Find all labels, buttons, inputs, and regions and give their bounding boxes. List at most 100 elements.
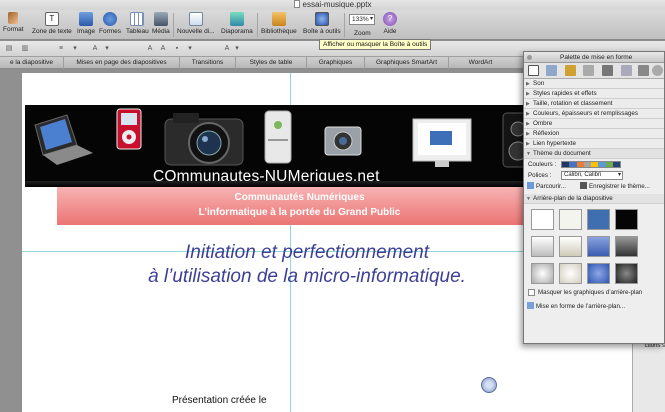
tab-charts[interactable]: Graphiques [306, 57, 364, 69]
theme-color-swatch [569, 162, 577, 167]
palette-section-reflection[interactable]: Réflexion [524, 129, 664, 139]
palette-section-shadow[interactable]: Ombre [524, 119, 664, 129]
object-palette-icon[interactable] [546, 65, 557, 76]
theme-color-swatch [605, 162, 613, 167]
background-swatch-gradient-blue[interactable] [587, 236, 610, 257]
reference-icon[interactable] [583, 65, 594, 76]
save-icon [580, 182, 587, 189]
toolbar-image-button[interactable]: Image [77, 12, 95, 35]
background-swatch-white[interactable] [531, 209, 554, 230]
title-line-2: à l’utilisation de la micro-informatique… [148, 266, 466, 287]
image-icon [79, 12, 94, 26]
toolbar-toolbox-button[interactable]: Boîte à outils [303, 12, 341, 35]
format-background-button[interactable]: Mise en forme de l’arrière-plan... [527, 302, 625, 311]
slide-title[interactable]: Initiation et perfectionnement à l’utili… [72, 241, 542, 289]
band-line-1: Communautés Numériques [234, 192, 365, 203]
theme-fonts-select[interactable]: Calibri, Calibri [561, 171, 623, 180]
text-effects-button[interactable]: A [222, 44, 232, 53]
compact-camera-icon [324, 126, 362, 156]
palette-section-document-theme[interactable]: Thème du document [524, 149, 664, 159]
text-color-button[interactable]: ▾ [70, 44, 80, 53]
palette-section-colors-weights[interactable]: Couleurs, épaisseurs et remplissages [524, 109, 664, 119]
background-swatch-radial-dark[interactable] [615, 263, 638, 284]
palette-section-sound[interactable]: Son [524, 79, 664, 89]
text-effects-dropdown[interactable]: ▾ [232, 44, 242, 53]
toolbar-zoom-label: Zoom [354, 30, 371, 37]
close-palette-icon[interactable] [652, 65, 663, 76]
tools-icon[interactable] [621, 65, 632, 76]
fonts-label: Polices : [528, 172, 552, 179]
settings-icon[interactable] [638, 65, 649, 76]
scrapbook-icon[interactable] [602, 65, 613, 76]
tab-slide-layouts[interactable]: Mises en page des diapositives [63, 57, 179, 69]
palette-section-hyperlink[interactable]: Lien hypertexte [524, 139, 664, 149]
zoom-select[interactable]: 133% [349, 14, 375, 25]
background-swatch-cream[interactable] [559, 209, 582, 230]
window-title: essai-musique.pptx [302, 0, 372, 9]
formatting-palette-icon[interactable] [528, 65, 539, 76]
toolbar-shapes-button[interactable]: Formes [99, 12, 121, 35]
palette-section-slide-background[interactable]: Arrière-plan de la diapositive [524, 194, 664, 204]
toolbar-format-button[interactable]: Format [3, 12, 24, 33]
italic-button[interactable]: ▥ [20, 44, 30, 53]
toolbar-media-button[interactable]: Média [152, 12, 170, 35]
subtitle-band[interactable]: Communautés Numériques L’informatique à … [57, 187, 542, 225]
toolbar-separator [173, 13, 174, 37]
game-console-icon [264, 110, 292, 164]
toolbox-icon [314, 12, 329, 26]
toolbar-help-button[interactable]: ? Aide [383, 12, 397, 35]
bold-button[interactable]: ▤ [4, 44, 14, 53]
theme-color-swatch [562, 162, 570, 167]
palette-title-bar[interactable]: Palette de mise en forme [524, 52, 664, 63]
main-toolbar: Format T Zone de texte Image Formes Tabl… [0, 10, 665, 40]
toolbar-library-button[interactable]: Bibliothèque [261, 12, 297, 35]
star-icon[interactable] [565, 65, 576, 76]
font-size-up-button[interactable]: A [90, 44, 100, 53]
palette-close-icon[interactable] [527, 55, 532, 60]
align-button[interactable]: ≡ [56, 44, 66, 53]
tab-smartart[interactable]: Graphiques SmartArt [364, 57, 448, 69]
font-size-down-button[interactable]: ▾ [102, 44, 112, 53]
hide-bg-graphics-checkbox[interactable] [528, 289, 535, 296]
background-swatch-black[interactable] [615, 209, 638, 230]
slide-subtitle[interactable]: Présentation créée le [172, 395, 267, 406]
theme-color-swatch [598, 162, 606, 167]
background-swatch-blue[interactable] [587, 209, 610, 230]
object-handle-icon[interactable] [481, 377, 497, 393]
highlight-button[interactable]: ▪ [172, 44, 182, 53]
tab-transitions[interactable]: Transitions [179, 57, 235, 69]
help-icon: ? [383, 12, 397, 26]
background-swatch-gradient-dark[interactable] [615, 236, 638, 257]
shrink-font-button[interactable]: A [158, 44, 168, 53]
laptop-icon [34, 114, 93, 165]
grow-font-button[interactable]: A [145, 44, 155, 53]
font-color-button[interactable]: ▾ [185, 44, 195, 53]
toolbar-slideshow-button[interactable]: Diaporama [221, 12, 253, 35]
theme-colors-select[interactable] [561, 161, 621, 168]
theme-fonts-row: Polices : Calibri, Calibri [524, 170, 664, 181]
save-theme-button[interactable]: Enregistrer le thème... [580, 182, 650, 191]
toolbar-text-box-button[interactable]: T Zone de texte [32, 12, 72, 35]
background-swatch-gradient-cream[interactable] [559, 236, 582, 257]
palette-section-size-rotation[interactable]: Taille, rotation et classement [524, 99, 664, 109]
browse-theme-button[interactable]: Parcourir... [527, 182, 566, 191]
toolbar-separator [344, 13, 345, 37]
hide-bg-graphics-row: Masquer les graphiques d’arrière-plan [524, 286, 664, 300]
background-swatch-radial-blue[interactable] [587, 263, 610, 284]
dslr-camera-icon [164, 113, 244, 166]
background-swatch-radial-gray[interactable] [531, 263, 554, 284]
palette-section-quick-styles[interactable]: Styles rapides et effets [524, 89, 664, 99]
music-player-icon [116, 108, 142, 150]
title-line-1: Initiation et perfectionnement [185, 242, 429, 263]
theme-colors-row: Couleurs : [524, 159, 664, 170]
tab-table-styles[interactable]: Styles de table [235, 57, 306, 69]
background-swatch-area [524, 204, 664, 286]
toolbar-new-slide-button[interactable]: Nouvelle di... [177, 12, 215, 35]
tab-wordart[interactable]: WordArt [448, 57, 512, 69]
background-swatch-radial-cream[interactable] [559, 263, 582, 284]
toolbar-table-button[interactable]: Tableau [126, 12, 149, 35]
toolbox-tooltip: Afficher ou masquer la Boîte à outils [319, 39, 432, 50]
header-banner-image[interactable]: COmmunautes-NUMeriques.net [25, 105, 540, 187]
tab-slide-themes[interactable]: e la diapositive [0, 57, 63, 69]
background-swatch-gradient-gray[interactable] [531, 236, 554, 257]
